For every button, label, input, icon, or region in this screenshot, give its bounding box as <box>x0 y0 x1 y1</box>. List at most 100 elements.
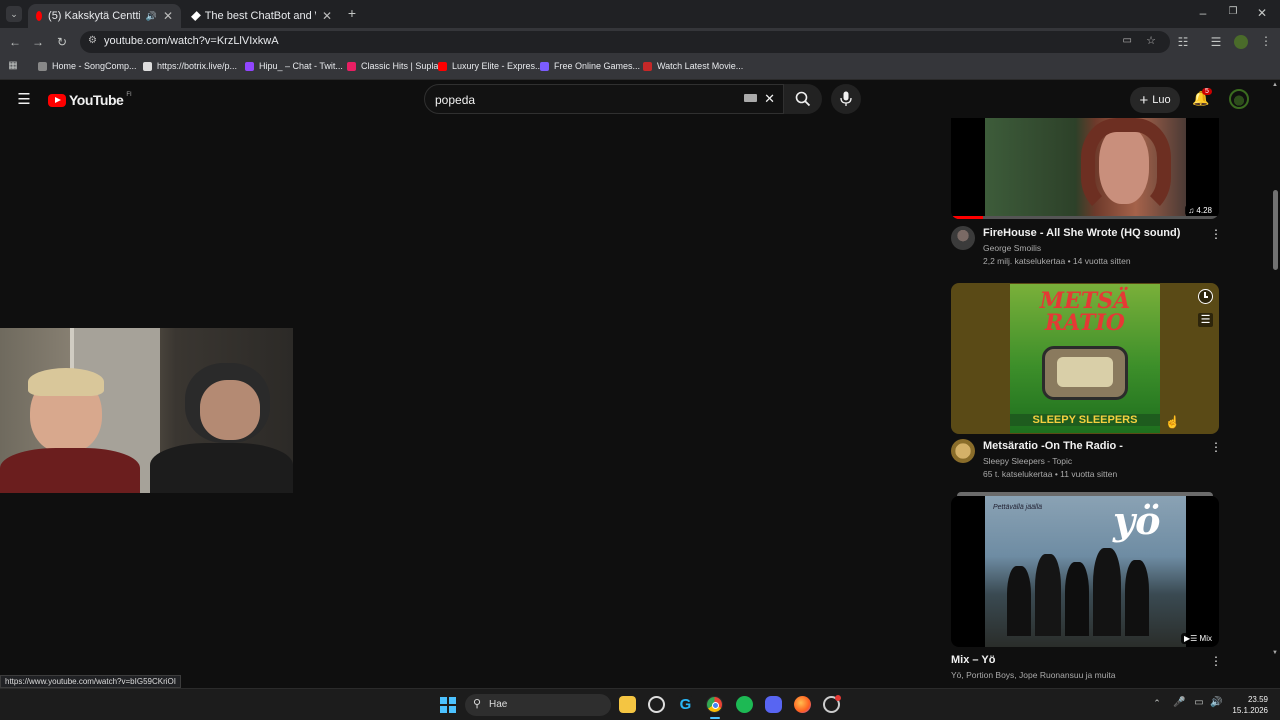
volume-icon[interactable]: 🔊 <box>1210 697 1222 708</box>
search-icon <box>795 91 811 107</box>
close-window-icon[interactable]: ✕ <box>1255 6 1269 20</box>
reading-list-icon[interactable]: ☰ <box>1209 35 1223 49</box>
channel-name[interactable]: George Smoilis <box>983 243 1041 253</box>
duration-badge: ♫ 4.28 <box>1185 205 1215 216</box>
profile-avatar[interactable] <box>1234 35 1248 49</box>
search-button[interactable] <box>784 84 822 114</box>
bookmark-star-icon[interactable]: ☆ <box>1146 34 1156 47</box>
channel-avatar[interactable] <box>951 226 975 250</box>
more-actions-icon[interactable]: ⋮ <box>1210 227 1222 241</box>
bookmark-favicon-icon <box>245 61 254 71</box>
notifications-button[interactable]: 🔔 5 <box>1192 88 1212 108</box>
obs-icon[interactable] <box>648 696 665 713</box>
firefox-icon[interactable] <box>794 696 811 713</box>
hamburger-menu-icon[interactable]: ☰ <box>16 90 32 108</box>
album-cover: METSÄ RATIO SLEEPY SLEEPERS <box>1010 284 1160 433</box>
network-icon[interactable]: ▭ <box>1193 697 1205 708</box>
album-cover-subtitle: Pettävällä jäällä <box>993 504 1043 511</box>
menu-icon[interactable]: ⋮ <box>1260 34 1272 48</box>
page-scrollbar[interactable]: ▲ ▼ <box>1271 80 1280 688</box>
chrome-icon[interactable] <box>706 696 723 713</box>
scroll-up-icon[interactable]: ▲ <box>1272 82 1278 88</box>
mix-artists[interactable]: Yö, Portion Boys, Jope Ruonansuu ja muit… <box>951 670 1115 680</box>
url-text: youtube.com/watch?v=KrzLlVIxkwA <box>104 35 279 47</box>
video-thumbnail[interactable]: ♫ 4.28 <box>951 118 1219 219</box>
windows-taskbar: ⚲ Hae G ⌃ 🎤 ▭ 🔊 23.59 15.1.2026 <box>0 688 1280 720</box>
album-cover: Pettävällä jäällä yö <box>985 496 1186 647</box>
site-info-icon[interactable]: ⚙ <box>88 35 97 46</box>
video-thumbnail[interactable]: METSÄ RATIO SLEEPY SLEEPERS ☰ ☝ <box>951 283 1219 434</box>
more-actions-icon[interactable]: ⋮ <box>1210 440 1222 454</box>
youtube-logo-text: YouTube <box>69 92 124 108</box>
video-title[interactable]: FireHouse - All She Wrote (HQ sound) <box>983 227 1180 239</box>
thumbnail-hair <box>1081 118 1171 217</box>
apps-grid-icon[interactable]: ▦ <box>7 60 19 71</box>
clock-time: 23.59 <box>1247 695 1268 704</box>
new-tab-button[interactable]: + <box>344 5 360 21</box>
more-actions-icon[interactable]: ⋮ <box>1210 654 1222 668</box>
tray-overflow-icon[interactable]: ⌃ <box>1152 698 1162 709</box>
bookmark-item[interactable]: Classic Hits | Supla <box>347 61 438 71</box>
link-status-bar: https://www.youtube.com/watch?v=bIG59CKr… <box>0 675 181 688</box>
extensions-icon[interactable]: ☷ <box>1176 35 1190 49</box>
create-button[interactable]: + Luo <box>1130 87 1180 113</box>
back-icon[interactable]: ← <box>8 35 22 49</box>
cast-icon[interactable]: ▭ <box>1123 35 1132 46</box>
spotify-icon[interactable] <box>736 696 753 713</box>
tab-title: The best ChatBot and Widgets f <box>204 10 316 22</box>
add-to-queue-icon[interactable]: ☰ <box>1198 313 1213 327</box>
channel-avatar[interactable] <box>951 439 975 463</box>
tab-youtube[interactable]: (5) Kakskytä Centtiä - YouTube 🔊 ✕ <box>28 4 181 28</box>
address-bar[interactable]: ⚙ youtube.com/watch?v=KrzLlVIxkwA ▭ ☆ <box>80 31 1170 53</box>
voice-search-button[interactable] <box>831 84 861 114</box>
clock[interactable]: 23.59 15.1.2026 <box>1228 694 1268 716</box>
bookmark-favicon-icon <box>643 61 652 71</box>
bookmark-item[interactable]: Luxury Elite - Expres... <box>438 61 543 71</box>
forward-icon[interactable]: → <box>31 35 45 49</box>
watch-later-icon[interactable] <box>1198 289 1213 304</box>
country-code: FI <box>126 92 132 98</box>
keyboard-icon[interactable] <box>744 94 757 102</box>
person-left <box>0 368 140 493</box>
taskbar-search[interactable]: ⚲ Hae <box>465 694 611 716</box>
streaming-app-icon[interactable] <box>823 695 841 713</box>
bookmark-favicon-icon <box>38 61 47 71</box>
minimize-icon[interactable]: – <box>1196 6 1210 20</box>
bookmark-item[interactable]: Watch Latest Movie... <box>643 61 743 71</box>
video-title[interactable]: Mix – Yö <box>951 654 995 666</box>
close-tab-icon[interactable]: ✕ <box>322 9 332 23</box>
browser-tab-bar: ⌄ (5) Kakskytä Centtiä - YouTube 🔊 ✕ The… <box>0 0 1280 28</box>
bookmark-item[interactable]: Free Online Games... <box>540 61 640 71</box>
close-tab-icon[interactable]: ✕ <box>163 9 173 23</box>
tab-title: (5) Kakskytä Centtiä - YouTube <box>48 10 140 22</box>
logitech-g-icon[interactable]: G <box>677 696 694 713</box>
bookmark-item[interactable]: https://botrix.live/p... <box>143 61 237 71</box>
bookmark-item[interactable]: Hipu_ – Chat - Twit... <box>245 61 343 71</box>
channel-name[interactable]: Sleepy Sleepers - Topic <box>983 456 1072 466</box>
active-app-indicator <box>710 717 720 719</box>
windows-start-icon[interactable] <box>440 697 456 713</box>
reload-icon[interactable]: ↻ <box>55 35 69 49</box>
scrollbar-thumb[interactable] <box>1273 190 1278 270</box>
bookmark-item[interactable]: Home - SongComp... <box>38 61 137 71</box>
watch-progress-fill <box>951 216 984 219</box>
tab-chatbot[interactable]: The best ChatBot and Widgets f ✕ <box>185 4 340 28</box>
scroll-down-icon[interactable]: ▼ <box>1272 650 1278 656</box>
tab-search-icon[interactable]: ⌄ <box>6 6 22 22</box>
file-explorer-icon[interactable] <box>619 696 636 713</box>
maximize-icon[interactable]: ❐ <box>1226 6 1240 17</box>
watch-progress-bar <box>951 216 1219 219</box>
discord-icon[interactable] <box>765 696 782 713</box>
video-thumbnail[interactable]: Pettävällä jäällä yö ▶☰ Mix <box>951 496 1219 647</box>
bookmark-favicon-icon <box>143 61 152 71</box>
video-title[interactable]: Metsäratio -On The Radio - <box>983 440 1123 452</box>
plus-icon: + <box>1139 91 1149 109</box>
video-stats: 65 t. katselukertaa • 11 vuotta sitten <box>983 469 1118 479</box>
search-input[interactable]: popeda ✕ <box>424 84 784 114</box>
account-avatar[interactable] <box>1229 89 1249 109</box>
youtube-header: ☰ YouTube FI popeda ✕ + Luo 🔔 5 <box>0 80 1280 118</box>
youtube-favicon-icon <box>36 11 43 21</box>
youtube-logo[interactable]: YouTube FI <box>48 92 132 108</box>
microphone-tray-icon[interactable]: 🎤 <box>1173 697 1185 708</box>
clear-search-icon[interactable]: ✕ <box>764 91 775 107</box>
